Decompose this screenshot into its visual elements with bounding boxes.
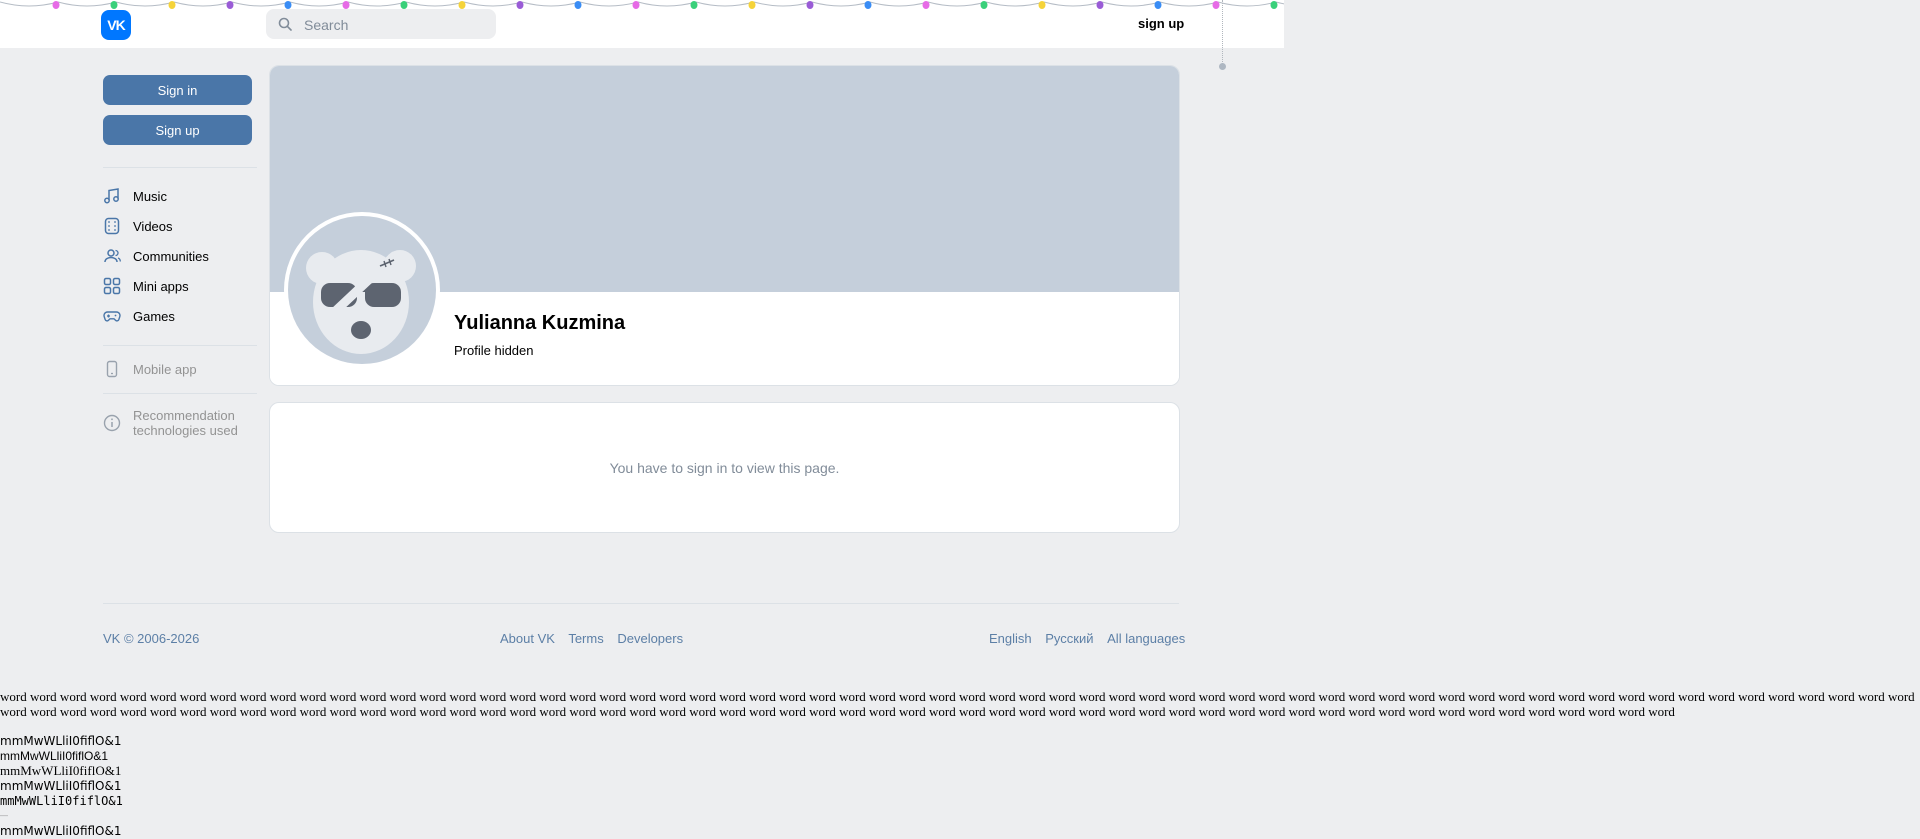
garland-bulb bbox=[864, 1, 872, 9]
footer-divider bbox=[103, 603, 1179, 604]
nav-divider bbox=[103, 393, 257, 394]
garland-wire bbox=[0, 1, 1284, 7]
recommendation-technologies-link[interactable]: Recommendation technologies used bbox=[103, 408, 238, 438]
garland-bulb bbox=[1270, 1, 1278, 9]
glyph-test-line: mmMwWLliI0fiflO&1 bbox=[0, 794, 123, 808]
garland-bulb bbox=[1096, 1, 1104, 9]
locked-content-card: You have to sign in to view this page. bbox=[269, 402, 1180, 533]
sign-in-button[interactable]: Sign in bbox=[103, 75, 252, 105]
garland-bulb bbox=[342, 1, 350, 9]
garland-bulb bbox=[632, 1, 640, 9]
glyph-test-line: mmMwWLliI0fiflO&1 bbox=[0, 779, 122, 793]
search-input[interactable] bbox=[302, 9, 492, 41]
profile-name: Yulianna Kuzmina bbox=[454, 312, 626, 334]
copyright-text: VK © 2006-2026 bbox=[103, 631, 200, 646]
garland-bulb bbox=[748, 1, 756, 9]
sidebar-item-label: Mobile app bbox=[133, 361, 197, 377]
sidebar-item-videos[interactable]: Videos bbox=[103, 214, 173, 238]
sidebar-item-games[interactable]: Games bbox=[103, 304, 175, 328]
sidebar-item-label: Communities bbox=[133, 248, 209, 264]
garland-bulb bbox=[458, 1, 466, 9]
sidebar-item-mobile-app[interactable]: Mobile app bbox=[103, 357, 197, 381]
gamepad-icon bbox=[103, 311, 121, 322]
glyph-test-line: mmMwWLliI0fiflO&1 bbox=[0, 749, 109, 763]
sidebar-item-label: Games bbox=[133, 308, 175, 324]
garland-bulb bbox=[284, 1, 292, 9]
grid-icon bbox=[103, 277, 121, 295]
dash-mark: — bbox=[0, 811, 8, 820]
footer-link-terms[interactable]: Terms bbox=[568, 631, 603, 646]
language-russian[interactable]: Русский bbox=[1045, 631, 1093, 646]
glyph-test-line: mmMwWLliI0fiflO&1 bbox=[0, 734, 122, 748]
users-icon bbox=[104, 249, 121, 263]
garland-bulb bbox=[226, 1, 234, 9]
garland-bulb bbox=[574, 1, 582, 9]
nav-divider bbox=[103, 167, 257, 168]
garland-bulb bbox=[400, 1, 408, 9]
sidebar-item-communities[interactable]: Communities bbox=[103, 244, 209, 268]
music-note-icon bbox=[104, 188, 119, 204]
garland-bulb bbox=[690, 1, 698, 9]
vk-logo[interactable]: VK bbox=[101, 10, 131, 40]
phone-icon bbox=[106, 360, 118, 378]
word-repeat-text: word word word word word word word word … bbox=[0, 689, 1915, 719]
sidebar-item-label: Music bbox=[133, 188, 167, 204]
garland-bulb bbox=[1212, 1, 1220, 9]
garland-bulb bbox=[980, 1, 988, 9]
sign-in-required-message: You have to sign in to view this page. bbox=[609, 460, 840, 476]
search-box[interactable] bbox=[266, 9, 496, 41]
footer-links: About VK Terms Developers bbox=[500, 631, 693, 646]
language-english[interactable]: English bbox=[989, 631, 1032, 646]
footer-languages: English Русский All languages bbox=[989, 631, 1185, 646]
sidebar-item-music[interactable]: Music bbox=[103, 184, 167, 208]
garland-bulb bbox=[516, 1, 524, 9]
sign-up-button[interactable]: Sign up bbox=[103, 115, 252, 145]
recommendation-label-line2: technologies used bbox=[133, 423, 238, 438]
garland-bulb bbox=[922, 1, 930, 9]
profile-status: Profile hidden bbox=[454, 343, 534, 358]
avatar[interactable] bbox=[284, 212, 440, 368]
footer-copyright: VK © 2006-2026 bbox=[103, 631, 209, 646]
avatar-placeholder-icon bbox=[288, 216, 436, 364]
sidebar-item-label: Mini apps bbox=[133, 278, 189, 294]
garland-bulb bbox=[1038, 1, 1046, 9]
footer-link-about[interactable]: About VK bbox=[500, 631, 555, 646]
glyph-test-line: mmMwWLliI0fiflO&1 bbox=[0, 763, 122, 778]
garland-bulb bbox=[110, 1, 118, 9]
glyph-test-line: mmMwWLliI0fiflO&1 bbox=[0, 824, 122, 838]
language-all[interactable]: All languages bbox=[1107, 631, 1185, 646]
hanging-string bbox=[1222, 0, 1223, 64]
video-icon bbox=[104, 217, 120, 235]
nav-divider bbox=[103, 345, 257, 346]
search-icon bbox=[278, 17, 292, 31]
header-signup-link[interactable]: sign up bbox=[1138, 16, 1184, 31]
info-icon bbox=[103, 414, 121, 432]
garland-bulb bbox=[1154, 1, 1162, 9]
garland-decoration bbox=[0, 1, 1284, 9]
garland-bulb bbox=[806, 1, 814, 9]
sidebar-item-label: Videos bbox=[133, 218, 173, 234]
top-header: VK sign up bbox=[0, 0, 1284, 48]
recommendation-label-line1: Recommendation bbox=[133, 408, 235, 423]
hanging-ornament bbox=[1219, 63, 1226, 70]
garland-bulb bbox=[52, 1, 60, 9]
garland-bulb bbox=[168, 1, 176, 9]
sidebar-item-mini-apps[interactable]: Mini apps bbox=[103, 274, 189, 298]
footer-link-developers[interactable]: Developers bbox=[617, 631, 683, 646]
